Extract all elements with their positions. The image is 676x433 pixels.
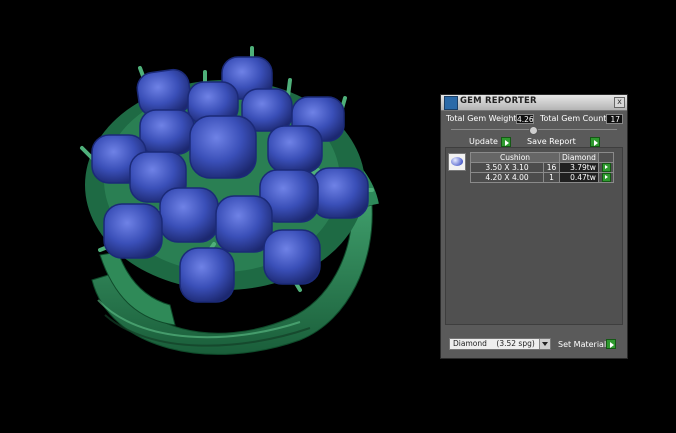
material-dropdown-value: Diamond (3.52 spg) <box>453 339 535 348</box>
row-select-button[interactable] <box>601 173 611 182</box>
gem-reporter-icon <box>444 96 458 110</box>
cushion-gem-thumbnail-icon <box>448 153 466 171</box>
update-label: Update <box>469 137 498 146</box>
gem-weight-cell: 3.79tw <box>559 162 599 173</box>
splitter-handle[interactable] <box>529 126 538 135</box>
gem-material-header: Diamond <box>559 152 599 163</box>
gem-shape-header: Cushion <box>470 152 560 163</box>
gem-weight-cell: 0.47tw <box>559 172 599 183</box>
panel-titlebar[interactable]: GEM REPORTER x <box>441 95 627 111</box>
total-gem-count-label: Total Gem Count <box>540 114 607 123</box>
update-button[interactable] <box>501 137 511 147</box>
set-material-label: Set Material <box>558 340 607 349</box>
gem-reporter-panel: GEM REPORTER x Total Gem Weight 4.26 Tot… <box>440 94 628 359</box>
material-dropdown[interactable]: Diamond (3.52 spg) <box>449 338 551 350</box>
gem-size-cell: 4.20 X 4.00 <box>470 172 544 183</box>
panel-title: GEM REPORTER <box>460 96 537 106</box>
gem-table-header: Cushion Diamond <box>470 152 614 163</box>
total-gem-weight-label: Total Gem Weight <box>446 114 517 123</box>
save-report-label: Save Report <box>527 137 576 146</box>
center-cushion-gem <box>189 115 257 179</box>
set-material-button[interactable] <box>606 339 616 349</box>
total-gem-weight-value: 4.26 <box>516 114 534 124</box>
gem-count-cell: 16 <box>543 162 560 173</box>
total-gem-count-value: 17 <box>606 114 623 124</box>
table-row: 3.50 X 3.10 16 3.79tw <box>470 162 614 173</box>
table-row: 4.20 X 4.00 1 0.47tw <box>470 172 614 183</box>
gem-size-cell: 3.50 X 3.10 <box>470 162 544 173</box>
gem-table: Cushion Diamond 3.50 X 3.10 16 3.79tw 4.… <box>470 152 614 183</box>
close-button[interactable]: x <box>614 97 625 108</box>
chevron-down-icon[interactable] <box>539 339 550 349</box>
save-report-button[interactable] <box>590 137 600 147</box>
gem-count-cell: 1 <box>543 172 560 183</box>
row-select-button[interactable] <box>601 163 611 172</box>
